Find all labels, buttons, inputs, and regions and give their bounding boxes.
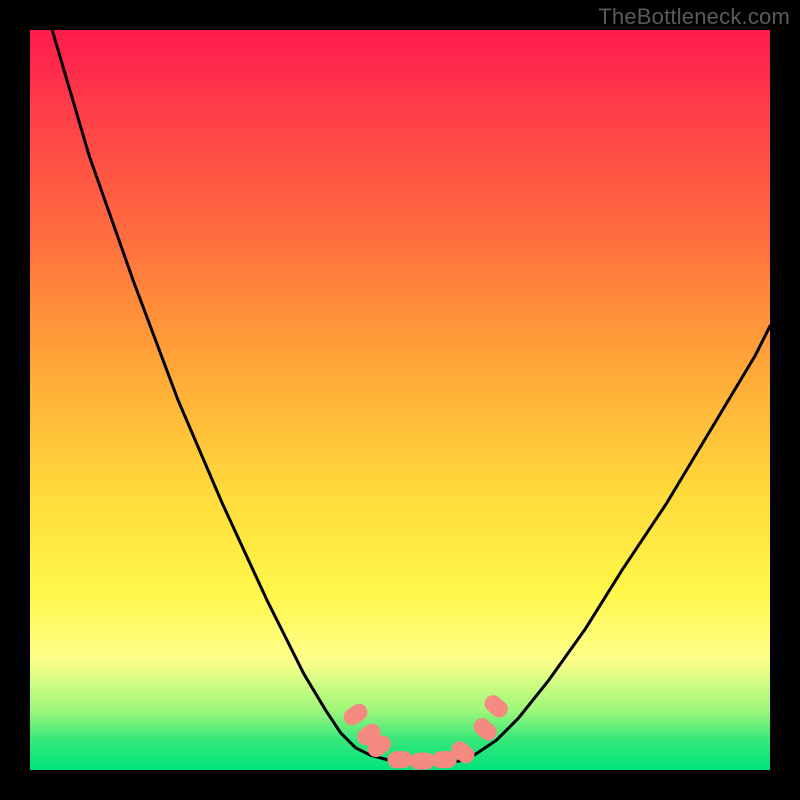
curve-marker — [471, 715, 500, 743]
watermark-label: TheBottleneck.com — [598, 4, 790, 30]
chart-frame: TheBottleneck.com — [0, 0, 800, 800]
curve-marker — [388, 751, 413, 768]
curve-marker — [341, 701, 370, 728]
plot-area — [30, 30, 770, 770]
bottleneck-curve — [30, 30, 770, 770]
curve-marker — [410, 753, 435, 770]
curve-marker — [482, 693, 511, 721]
curve-path — [52, 30, 770, 763]
